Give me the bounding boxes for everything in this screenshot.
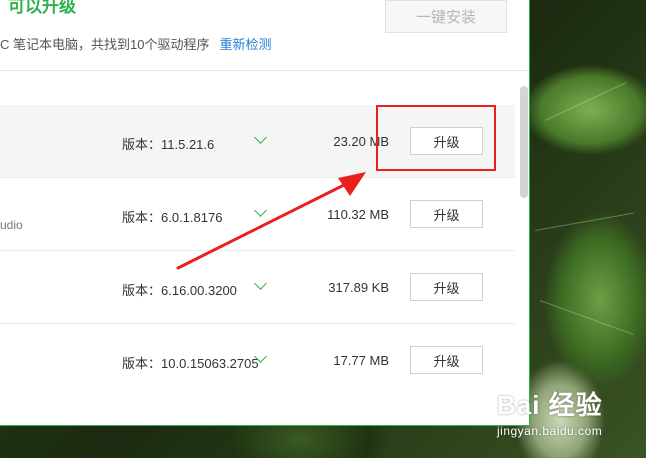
leaf-vein xyxy=(544,82,627,121)
header-divider xyxy=(0,70,529,71)
one-click-install-button[interactable]: 一键安装 xyxy=(385,0,507,33)
driver-version: 版本：6.0.1.8176 xyxy=(122,210,223,225)
driver-size: 110.32 MB xyxy=(327,207,389,222)
scan-summary-text: C 笔记本电脑，共找到10个驱动程序 xyxy=(0,37,210,52)
driver-size: 17.77 MB xyxy=(333,353,389,368)
page-title: 可以升级 xyxy=(8,0,76,16)
upgrade-button[interactable]: 升级 xyxy=(410,346,483,374)
annotation-highlight-box xyxy=(376,105,496,171)
driver-version: 版本：10.0.15063.2705 xyxy=(122,356,259,371)
driver-row: 版本：10.0.15063.2705 17.77 MB 升级 xyxy=(0,324,515,397)
driver-version: 版本：6.16.00.3200 xyxy=(122,283,237,298)
chevron-down-icon[interactable] xyxy=(254,204,267,217)
scan-summary: C 笔记本电脑，共找到10个驱动程序 重新检测 xyxy=(0,34,271,53)
scrollbar-thumb[interactable] xyxy=(520,86,528,198)
chevron-down-icon[interactable] xyxy=(254,277,267,290)
watermark-logo: Bai 经验 xyxy=(497,390,603,420)
driver-version: 版本：11.5.21.6 xyxy=(122,137,215,152)
leaf-vein xyxy=(534,212,634,231)
baidu-jingyan-watermark: Bai 经验 jingyan.baidu.com xyxy=(497,385,603,438)
upgrade-button[interactable]: 升级 xyxy=(410,273,483,301)
driver-manager-window: 可以升级 C 笔记本电脑，共找到10个驱动程序 重新检测 一键安装 版本：11.5… xyxy=(0,0,530,426)
driver-row: 版本：6.16.00.3200 317.89 KB 升级 xyxy=(0,251,515,324)
driver-size: 317.89 KB xyxy=(328,280,389,295)
leaf-vein xyxy=(539,300,635,336)
driver-name-fragment: udio xyxy=(0,218,23,232)
watermark-url: jingyan.baidu.com xyxy=(497,424,603,438)
rescan-link[interactable]: 重新检测 xyxy=(219,37,271,52)
driver-row: udio 版本：6.0.1.8176 110.32 MB 升级 xyxy=(0,178,515,251)
upgrade-button[interactable]: 升级 xyxy=(410,200,483,228)
chevron-down-icon[interactable] xyxy=(254,131,267,144)
